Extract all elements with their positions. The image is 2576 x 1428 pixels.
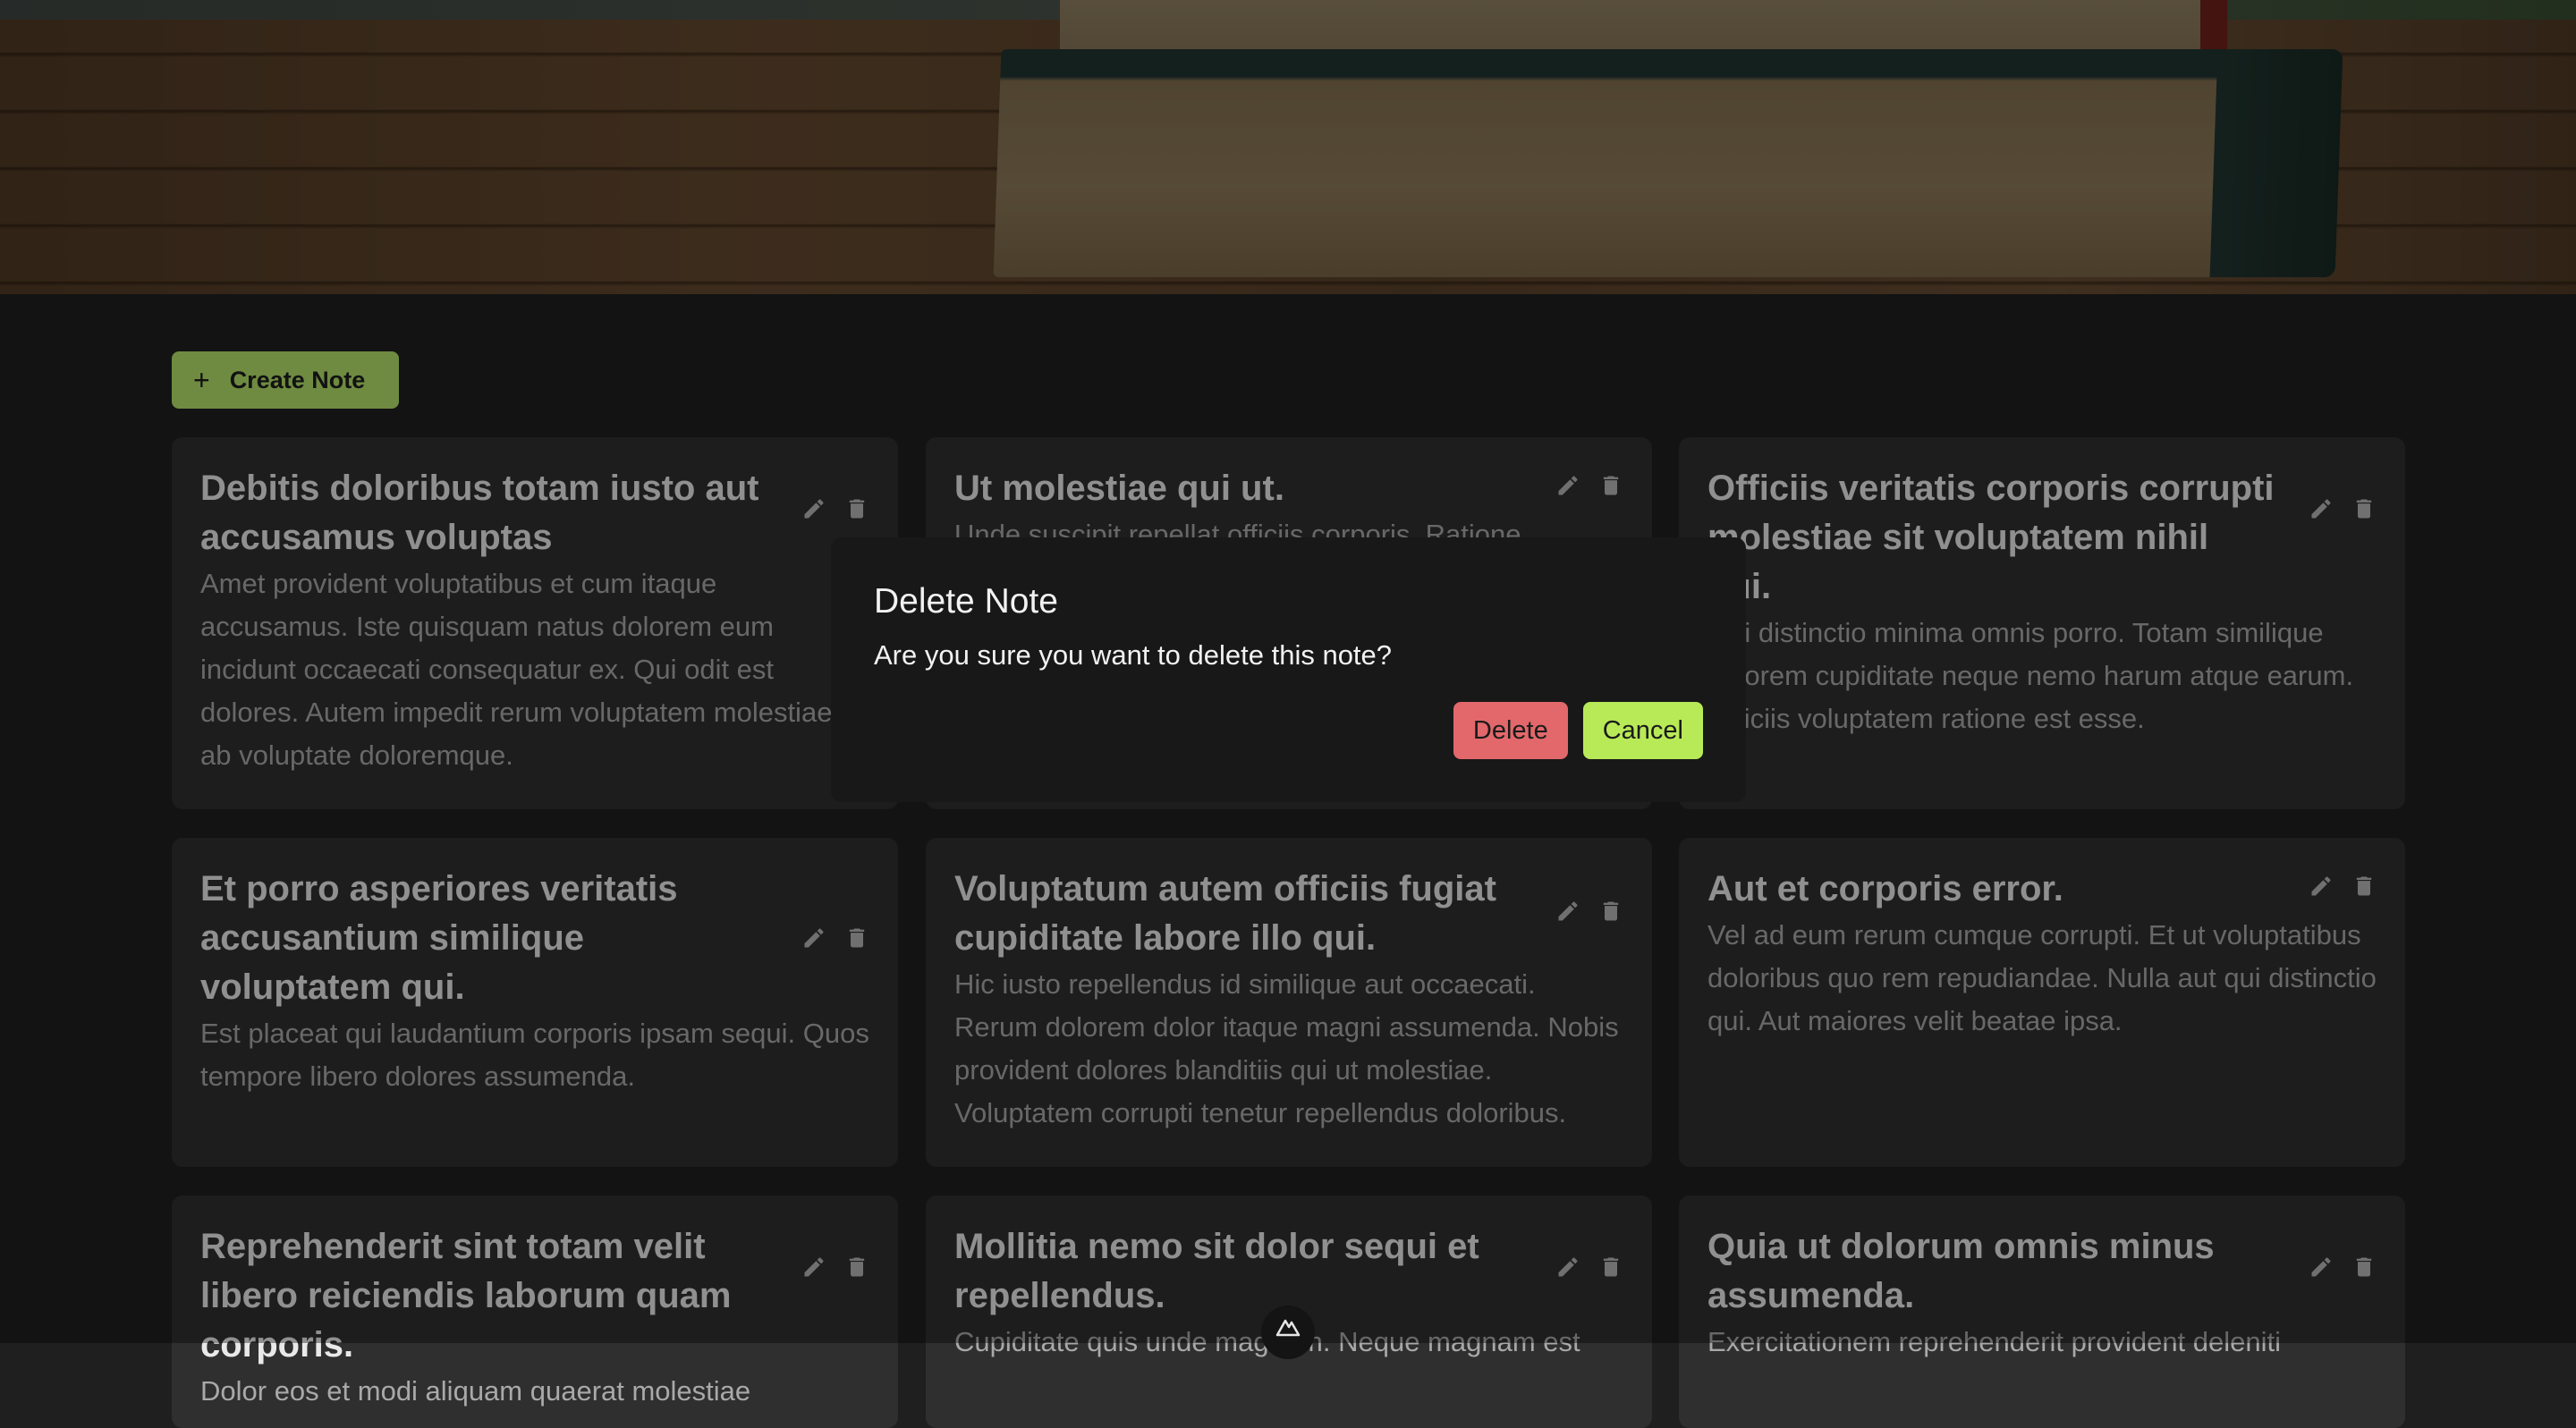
- cancel-button[interactable]: Cancel: [1582, 702, 1703, 759]
- dialog-message: Are you sure you want to delete this not…: [874, 639, 1393, 671]
- dialog-title: Delete Note: [874, 582, 1058, 621]
- delete-note-dialog: Delete Note Are you sure you want to del…: [831, 537, 1746, 802]
- note-body: Dolor eos et modi aliquam quaerat molest…: [200, 1375, 751, 1407]
- nuxt-devtools-icon[interactable]: [1261, 1305, 1315, 1359]
- delete-button[interactable]: Delete: [1453, 702, 1568, 759]
